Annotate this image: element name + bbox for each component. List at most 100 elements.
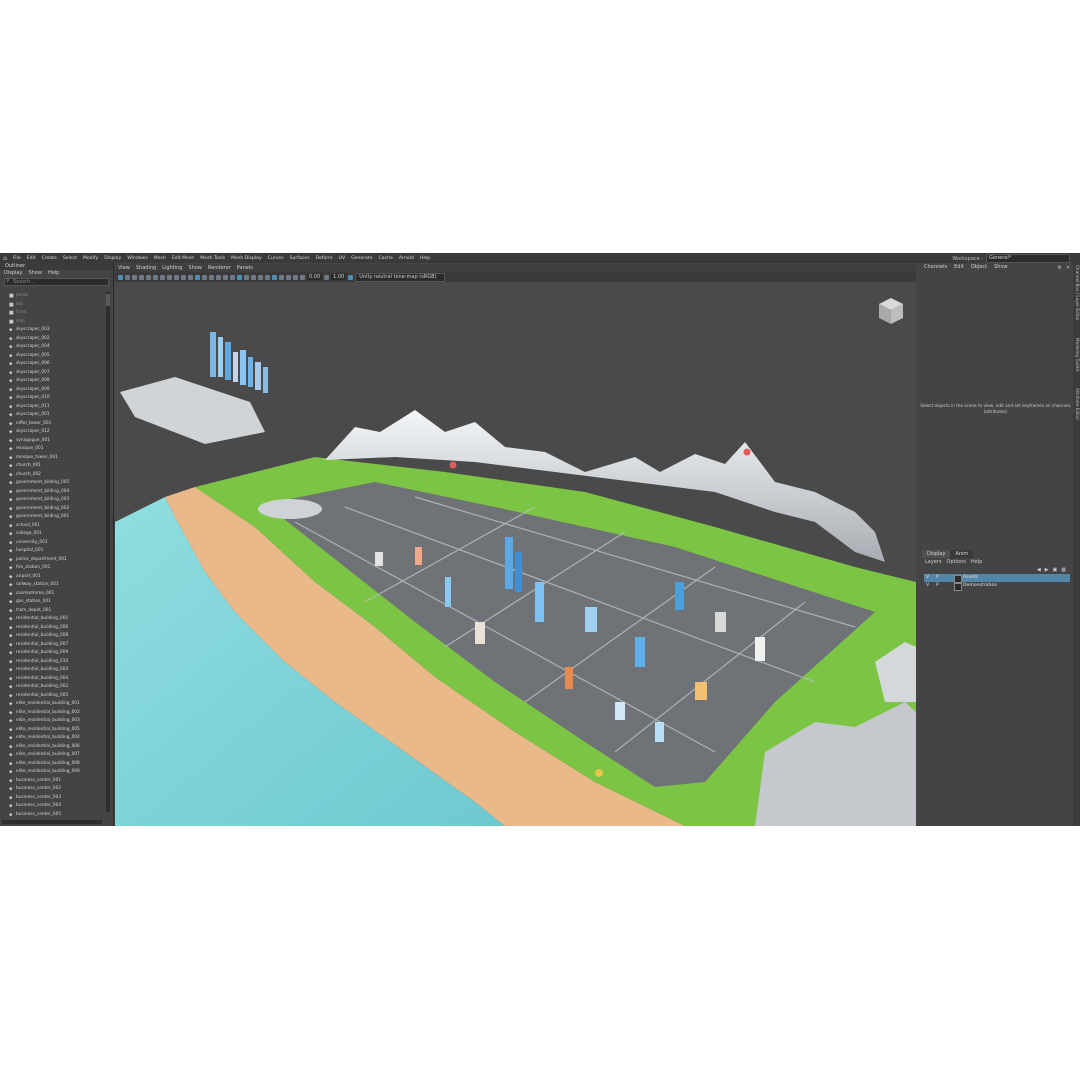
depth-of-field-icon[interactable] (265, 274, 270, 280)
menu-edit[interactable]: Edit (24, 256, 39, 261)
viewport-menu-show[interactable]: Show (188, 264, 202, 272)
menu-display[interactable]: Display (101, 256, 124, 261)
menu-mesh-display[interactable]: Mesh Display (228, 256, 265, 261)
menu-file[interactable]: File (10, 256, 24, 261)
layer-playback-toggle[interactable]: P (936, 582, 939, 590)
menu-windows[interactable]: Windows (124, 256, 151, 261)
field-chart-icon[interactable] (174, 274, 179, 280)
outliner-item[interactable]: ⬥ college_001 (0, 530, 104, 539)
move-layer-up-icon[interactable]: ◀ (1037, 567, 1041, 573)
outliner-item[interactable]: ⬥ residential_building_002 (0, 683, 104, 692)
outliner-horizontal-scrollbar[interactable] (2, 820, 102, 824)
outliner-item[interactable]: ⬥ business_center_002 (0, 785, 104, 794)
outliner-item[interactable]: ⬥ residential_building_009 (0, 649, 104, 658)
menu-deform[interactable]: Deform (313, 256, 336, 261)
outliner-item[interactable]: ⬥ skyscraper_009 (0, 386, 104, 395)
outliner-item[interactable]: ⬥ skyscraper_006 (0, 360, 104, 369)
menu-edit-mesh[interactable]: Edit Mesh (169, 256, 197, 261)
outliner-menu-show[interactable]: Show (28, 270, 42, 277)
outliner-item[interactable]: ⬥ residential_building_006 (0, 624, 104, 633)
outliner-item[interactable]: ⬥ eiffel_tower_001 (0, 420, 104, 429)
layer-menu-help[interactable]: Help (971, 558, 982, 566)
menu-arnold[interactable]: Arnold (396, 256, 417, 261)
safe-action-icon[interactable] (181, 274, 186, 280)
outliner-item[interactable]: ⬥ mosque_tower_001 (0, 454, 104, 463)
outliner-item[interactable]: ■ persp (0, 292, 104, 301)
channel-menu-edit[interactable]: Edit (954, 263, 964, 272)
select-camera-icon[interactable] (118, 274, 123, 280)
channel-menu-channels[interactable]: Channels (924, 263, 947, 272)
outliner-item[interactable]: ■ top (0, 301, 104, 310)
outliner-item[interactable]: ⬥ business_center_005 (0, 811, 104, 818)
outliner-item[interactable]: ⬥ skyscraper_008 (0, 377, 104, 386)
outliner-item[interactable]: ⬥ government_bilding_002 (0, 505, 104, 514)
outliner-item[interactable]: ⬥ elite_residential_building_006 (0, 743, 104, 752)
outliner-item[interactable]: ■ side (0, 318, 104, 327)
tab-display[interactable]: Display (922, 550, 951, 558)
outliner-item[interactable]: ⬥ elite_residential_building_004 (0, 734, 104, 743)
antialias-icon[interactable] (258, 274, 263, 280)
menu-generate[interactable]: Generate (348, 256, 375, 261)
outliner-item[interactable]: ⬥ skyscraper_002 (0, 335, 104, 344)
layer-playback-toggle[interactable]: P (936, 574, 939, 582)
outliner-item[interactable]: ⬥ elite_residential_building_002 (0, 709, 104, 718)
outliner-item[interactable]: ⬥ airport_001 (0, 573, 104, 582)
viewport-menu-panels[interactable]: Panels (237, 264, 253, 272)
outliner-item[interactable]: ⬥ university_001 (0, 539, 104, 548)
xray-joints-icon[interactable] (279, 274, 284, 280)
viewport-panel[interactable]: View Shading Lighting Show Renderer Panels (115, 264, 916, 826)
isolate-select-icon[interactable] (244, 274, 249, 280)
outliner-item[interactable]: ⬥ government_bilding_005 (0, 479, 104, 488)
outliner-search-field[interactable]: ⚲ Search... (4, 278, 109, 286)
outliner-item[interactable]: ⬥ residential_building_004 (0, 675, 104, 684)
viewport-menu-lighting[interactable]: Lighting (162, 264, 182, 272)
outliner-scrollbar[interactable] (106, 292, 110, 812)
outliner-item[interactable]: ⬥ skyscraper_004 (0, 343, 104, 352)
outliner-item[interactable]: ⬥ cosmodrome_001 (0, 590, 104, 599)
layer-menu-options[interactable]: Options (947, 558, 966, 566)
outliner-item[interactable]: ⬥ government_bilding_001 (0, 513, 104, 522)
outliner-item[interactable]: ⬥ skyscraper_007 (0, 369, 104, 378)
outliner-item[interactable]: ⬥ mosque_001 (0, 445, 104, 454)
gamma-icon[interactable] (324, 274, 330, 280)
layer-row[interactable]: V P Demonstration (924, 582, 1070, 591)
hud-icon[interactable] (272, 274, 277, 280)
outliner-item[interactable]: ⬥ skyscraper_011 (0, 403, 104, 412)
workspace-dropdown[interactable]: General* (986, 254, 1070, 263)
exposure-icon[interactable] (300, 274, 305, 280)
outliner-item[interactable]: ⬥ elite_residential_building_005 (0, 726, 104, 735)
grid-icon[interactable] (146, 274, 151, 280)
side-tab-attribute-editor[interactable]: Attribute Editor (1073, 388, 1080, 420)
outliner-item[interactable]: ⬥ elite_residential_building_009 (0, 768, 104, 777)
outliner-item[interactable]: ⬥ skyscraper_001 (0, 411, 104, 420)
menu-mesh[interactable]: Mesh (151, 256, 169, 261)
scrollbar-thumb[interactable] (106, 294, 110, 306)
menu-create[interactable]: Create (39, 256, 60, 261)
settings-icon[interactable]: ⚙ (1057, 265, 1061, 271)
menu-curves[interactable]: Curves (265, 256, 287, 261)
outliner-item[interactable]: ⬥ church_001 (0, 462, 104, 471)
lights-icon[interactable] (216, 274, 221, 280)
resolution-gate-icon[interactable] (160, 274, 165, 280)
shadows-icon[interactable] (223, 274, 228, 280)
menu-surfaces[interactable]: Surfaces (287, 256, 313, 261)
gamma-field[interactable]: 1.00 (331, 274, 347, 280)
move-layer-down-icon[interactable]: ▶ (1045, 567, 1049, 573)
menu-mesh-tools[interactable]: Mesh Tools (197, 256, 228, 261)
viewport-menu-shading[interactable]: Shading (136, 264, 156, 272)
side-tab-channel-box-layer-editor[interactable]: Channel Box / Layer Editor (1073, 265, 1080, 321)
xray-icon[interactable] (237, 274, 242, 280)
outliner-item[interactable]: ⬥ tram_depot_001 (0, 607, 104, 616)
outliner-item[interactable]: ⬥ residential_building_008 (0, 632, 104, 641)
viewport-menu-view[interactable]: View (118, 264, 130, 272)
viewport-menu-renderer[interactable]: Renderer (208, 264, 231, 272)
outliner-item[interactable]: ⬥ business_center_004 (0, 802, 104, 811)
outliner-item[interactable]: ⬥ school_001 (0, 522, 104, 531)
outliner-item[interactable]: ⬥ government_bilding_003 (0, 496, 104, 505)
menu-modify[interactable]: Modify (80, 256, 101, 261)
outliner-item[interactable]: ⬥ railway_station_001 (0, 581, 104, 590)
smooth-shade-icon[interactable] (202, 274, 207, 280)
close-icon[interactable]: ✕ (1066, 265, 1070, 271)
ambient-occlusion-icon[interactable] (230, 274, 235, 280)
outliner-item[interactable]: ⬥ synagogue_001 (0, 437, 104, 446)
